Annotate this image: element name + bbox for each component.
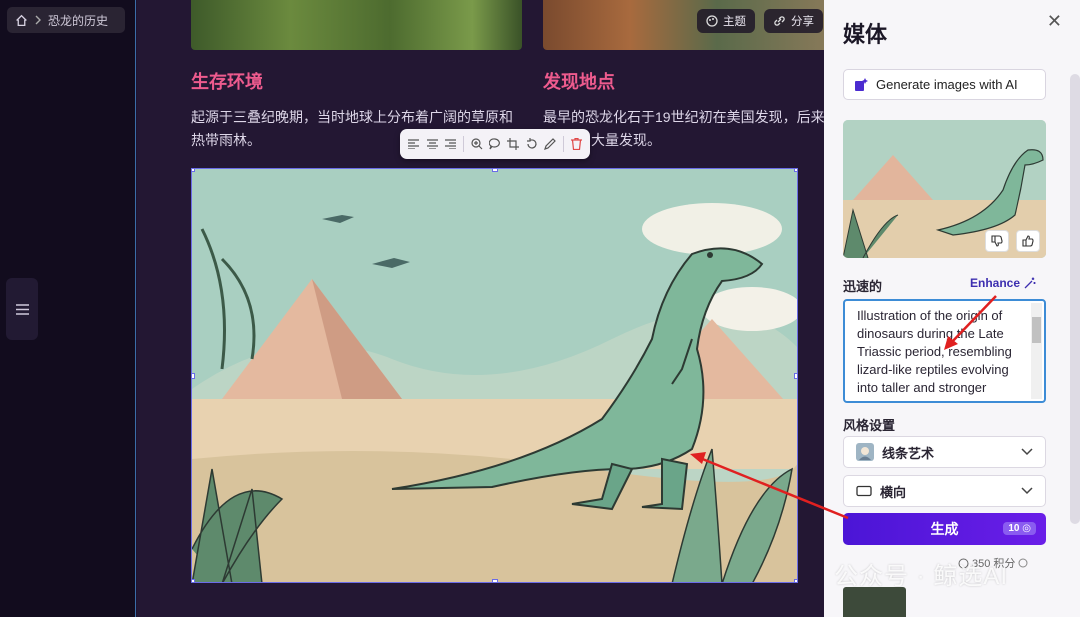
- arrow-to-prompt: [949, 295, 997, 345]
- arrow-to-image: [699, 456, 849, 520]
- watermark: 公众号 · 鲸选AI: [834, 563, 1009, 590]
- arrowhead: [690, 452, 706, 464]
- annotation-arrows: [690, 295, 997, 520]
